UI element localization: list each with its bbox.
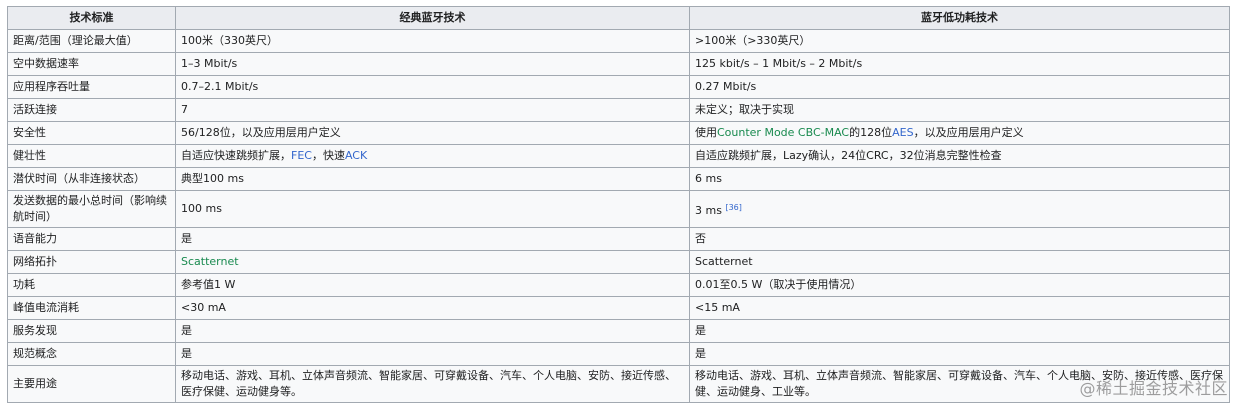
le-text-mid: 的128位 [849,126,893,139]
le-text: 3 ms [695,203,722,217]
link-aes[interactable]: AES [892,126,913,139]
table-row: 峰值电流消耗 <30 mA <15 mA [7,296,1230,320]
le-cell: 是 [689,342,1230,366]
le-cell: 0.27 Mbit/s [689,75,1230,99]
le-cell: Scatternet [689,250,1230,274]
table-row: 潜伏时间（从非连接状态） 典型100 ms 6 ms [7,167,1230,191]
classic-cell: 是 [175,342,690,366]
table-row: 规范概念 是 是 [7,342,1230,366]
le-cell: 未定义；取决于实现 [689,98,1230,122]
row-label: 服务发现 [7,319,176,343]
le-cell: 是 [689,319,1230,343]
classic-cell: 100 ms [175,190,690,228]
row-label: 功耗 [7,273,176,297]
header-classic: 经典蓝牙技术 [175,6,690,30]
le-cell: 125 kbit/s – 1 Mbit/s – 2 Mbit/s [689,52,1230,76]
row-label: 空中数据速率 [7,52,176,76]
link-fec[interactable]: FEC [291,149,312,162]
header-row: 技术标准 经典蓝牙技术 蓝牙低功耗技术 [7,6,1230,30]
table-row: 健壮性 自适应快速跳频扩展，FEC，快速ACK 自适应跳频扩展，Lazy确认，2… [7,144,1230,168]
le-cell: 自适应跳频扩展，Lazy确认，24位CRC，32位消息完整性检查 [689,144,1230,168]
table-row: 语音能力 是 否 [7,227,1230,251]
classic-cell: 100米（330英尺） [175,29,690,53]
classic-cell: 典型100 ms [175,167,690,191]
classic-cell: Scatternet [175,250,690,274]
le-text-post: ，以及应用层用户定义 [913,126,1024,139]
classic-cell: 是 [175,227,690,251]
row-label: 距离/范围（理论最大值） [7,29,176,53]
classic-cell: 自适应快速跳频扩展，FEC，快速ACK [175,144,690,168]
table-row: 主要用途 移动电话、游戏、耳机、立体声音频流、智能家居、可穿戴设备、汽车、个人电… [7,365,1230,403]
page: 技术标准 经典蓝牙技术 蓝牙低功耗技术 距离/范围（理论最大值） 100米（33… [0,0,1240,409]
classic-cell: 参考值1 W [175,273,690,297]
header-standard: 技术标准 [7,6,176,30]
le-cell: 否 [689,227,1230,251]
classic-cell: <30 mA [175,296,690,320]
row-label: 主要用途 [7,365,176,403]
classic-text-pre: 自适应快速跳频扩展， [181,149,291,162]
link-ack[interactable]: ACK [345,149,367,162]
classic-cell: 7 [175,98,690,122]
row-label: 健壮性 [7,144,176,168]
classic-cell: 56/128位，以及应用层用户定义 [175,121,690,145]
link-counter-mode-cbc-mac[interactable]: Counter Mode CBC-MAC [717,126,849,139]
table-row: 活跃连接 7 未定义；取决于实现 [7,98,1230,122]
le-cell: 使用Counter Mode CBC-MAC的128位AES，以及应用层用户定义 [689,121,1230,145]
table-row: 空中数据速率 1–3 Mbit/s 125 kbit/s – 1 Mbit/s … [7,52,1230,76]
classic-cell: 0.7–2.1 Mbit/s [175,75,690,99]
row-label: 安全性 [7,121,176,145]
table-row: 网络拓扑 Scatternet Scatternet [7,250,1230,274]
le-text-pre: 使用 [695,126,717,139]
link-scatternet[interactable]: Scatternet [181,255,239,268]
row-label: 潜伏时间（从非连接状态） [7,167,176,191]
le-cell: <15 mA [689,296,1230,320]
row-label: 语音能力 [7,227,176,251]
table-row: 安全性 56/128位，以及应用层用户定义 使用Counter Mode CBC… [7,121,1230,145]
table-row: 服务发现 是 是 [7,319,1230,343]
row-label: 峰值电流消耗 [7,296,176,320]
table-row: 发送数据的最小总时间（影响续航时间） 100 ms 3 ms [36] [7,190,1230,228]
le-cell: >100米（>330英尺） [689,29,1230,53]
classic-cell: 1–3 Mbit/s [175,52,690,76]
classic-text-mid: ，快速 [311,149,345,162]
comparison-table: 技术标准 经典蓝牙技术 蓝牙低功耗技术 距离/范围（理论最大值） 100米（33… [7,6,1230,403]
le-cell: 6 ms [689,167,1230,191]
le-cell: 3 ms [36] [689,190,1230,228]
table-row: 功耗 参考值1 W 0.01至0.5 W（取决于使用情况） [7,273,1230,297]
watermark: @稀土掘金技术社区 [1079,379,1228,398]
row-label: 网络拓扑 [7,250,176,274]
table-row: 距离/范围（理论最大值） 100米（330英尺） >100米（>330英尺） [7,29,1230,53]
le-cell: 0.01至0.5 W（取决于使用情况） [689,273,1230,297]
row-label: 发送数据的最小总时间（影响续航时间） [7,190,176,228]
row-label: 活跃连接 [7,98,176,122]
citation-link[interactable]: [36] [725,203,741,212]
row-label: 应用程序吞吐量 [7,75,176,99]
row-label: 规范概念 [7,342,176,366]
classic-cell: 是 [175,319,690,343]
classic-cell: 移动电话、游戏、耳机、立体声音频流、智能家居、可穿戴设备、汽车、个人电脑、安防、… [175,365,690,403]
table-row: 应用程序吞吐量 0.7–2.1 Mbit/s 0.27 Mbit/s [7,75,1230,99]
header-le: 蓝牙低功耗技术 [689,6,1230,30]
